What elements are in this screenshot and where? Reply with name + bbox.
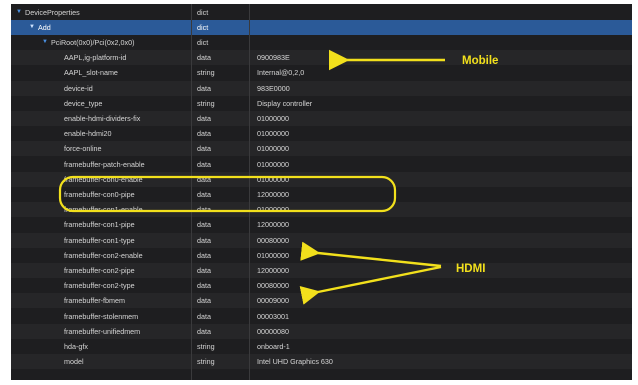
hdmi-arrow-top bbox=[300, 241, 442, 268]
plist-editor: ▼ DeviceProperties dict ▼ Add dict ▼ PciRoot(0x… bbox=[11, 4, 632, 380]
hdmi-arrow-bottom bbox=[299, 265, 442, 305]
annotation-overlay bbox=[58, 49, 445, 305]
con0-highlight-outline bbox=[58, 175, 397, 213]
